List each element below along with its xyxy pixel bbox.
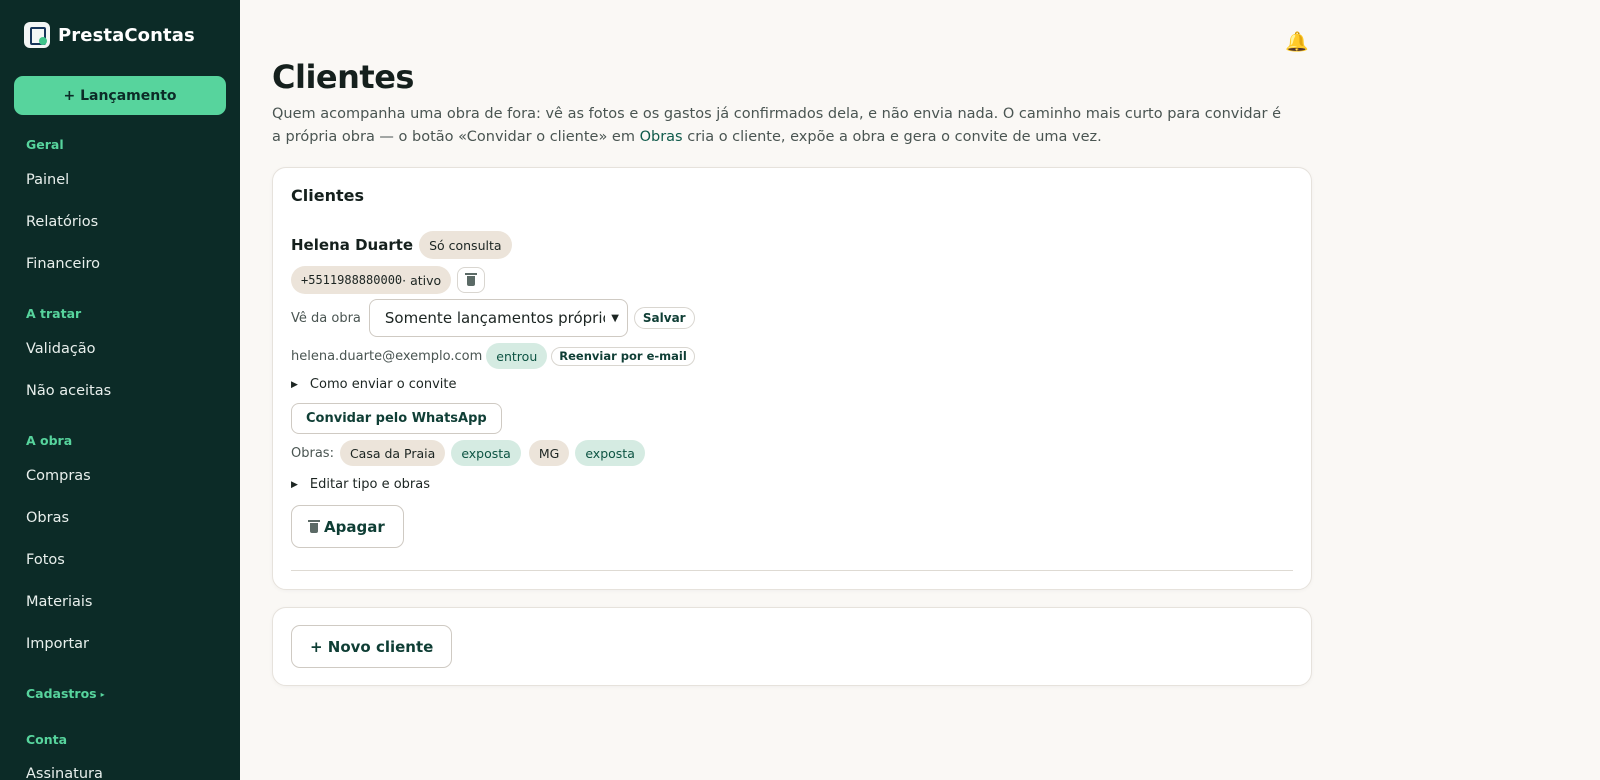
delete-row: Apagar bbox=[291, 505, 404, 548]
work-status-badge: exposta bbox=[451, 440, 521, 466]
phone-row: +5511988880000 · ativo bbox=[291, 266, 486, 294]
work-badge: MG bbox=[528, 440, 570, 466]
sidebar-item-importar[interactable]: Importar bbox=[26, 636, 89, 652]
works-label: Obras: bbox=[291, 445, 334, 461]
phone-status: · ativo bbox=[402, 272, 442, 288]
section-a-obra: A obra bbox=[26, 433, 73, 448]
invite-details-label: Como enviar o convite bbox=[309, 377, 457, 392]
invite-details-toggle[interactable]: ▶ Como enviar o convite bbox=[291, 377, 457, 392]
trash-icon bbox=[308, 519, 320, 533]
section-geral: Geral bbox=[26, 137, 64, 152]
resend-email-button[interactable]: Reenviar por e-mail bbox=[551, 346, 695, 366]
new-entry-button[interactable]: + Lançamento bbox=[14, 76, 226, 115]
page-description: Quem acompanha uma obra de fora: vê as f… bbox=[272, 103, 1292, 149]
client-name: Helena Duarte bbox=[291, 236, 414, 254]
sidebar-item-financeiro[interactable]: Financeiro bbox=[26, 256, 100, 272]
client-type-badge: Só consulta bbox=[419, 231, 512, 259]
caret-right-icon: ▸ bbox=[100, 690, 105, 699]
new-client-button[interactable]: + Novo cliente bbox=[291, 625, 453, 668]
save-button[interactable]: Salvar bbox=[633, 307, 695, 329]
brand-name: PrestaContas bbox=[58, 24, 195, 46]
client-header: Helena Duarte Só consulta bbox=[291, 231, 512, 259]
sidebar-item-relatorios[interactable]: Relatórios bbox=[26, 214, 98, 230]
sidebar-item-materiais[interactable]: Materiais bbox=[26, 594, 92, 610]
section-cadastros-label: Cadastros bbox=[26, 686, 97, 701]
sidebar-item-fotos[interactable]: Fotos bbox=[26, 552, 65, 568]
triangle-right-icon: ▶ bbox=[291, 479, 298, 490]
description-text-end: cria o cliente, expõe a obra e gera o co… bbox=[682, 129, 1102, 145]
sidebar-item-validacao[interactable]: Validação bbox=[26, 341, 96, 357]
divider bbox=[291, 570, 1293, 571]
new-client-row: + Novo cliente bbox=[291, 625, 453, 668]
phone-badge: +5511988880000 · ativo bbox=[291, 266, 452, 294]
email-status-badge: entrou bbox=[486, 343, 548, 369]
triangle-right-icon: ▶ bbox=[291, 379, 298, 390]
whatsapp-row: Convidar pelo WhatsApp bbox=[291, 403, 502, 434]
page-title: Clientes bbox=[272, 58, 414, 96]
view-row: Vê da obra Somente lançamentos próprios ▼… bbox=[291, 299, 695, 337]
bell-icon[interactable]: 🔔 bbox=[1285, 30, 1309, 53]
email-row: helena.duarte@exemplo.com entrou Reenvia… bbox=[291, 343, 695, 369]
sidebar-item-assinatura[interactable]: Assinatura bbox=[26, 766, 103, 780]
sidebar-item-painel[interactable]: Painel bbox=[26, 172, 69, 188]
brand-logo-icon bbox=[24, 22, 50, 48]
sidebar-item-compras[interactable]: Compras bbox=[26, 468, 91, 484]
sidebar-item-obras[interactable]: Obras bbox=[26, 510, 69, 526]
view-select[interactable]: Somente lançamentos próprios ▼ bbox=[368, 299, 628, 337]
phone-number: +5511988880000 bbox=[301, 273, 403, 287]
client-email: helena.duarte@exemplo.com bbox=[291, 348, 483, 364]
sidebar: PrestaContas + Lançamento Geral Painel R… bbox=[0, 0, 240, 780]
section-a-tratar: A tratar bbox=[26, 306, 82, 321]
trash-icon bbox=[465, 273, 478, 286]
chevron-down-icon: ▼ bbox=[611, 312, 619, 324]
works-row: Obras: Casa da Praia exposta MG exposta bbox=[291, 440, 645, 466]
brand[interactable]: PrestaContas bbox=[24, 22, 195, 48]
view-label: Vê da obra bbox=[291, 310, 361, 326]
work-badge: Casa da Praia bbox=[339, 440, 446, 466]
new-client-card: + Novo cliente bbox=[272, 607, 1312, 686]
clients-card: Clientes Helena Duarte Só consulta +5511… bbox=[272, 167, 1312, 590]
delete-label: Apagar bbox=[324, 517, 385, 536]
delete-phone-button[interactable] bbox=[457, 267, 486, 293]
section-conta: Conta bbox=[26, 732, 68, 747]
delete-client-button[interactable]: Apagar bbox=[291, 505, 404, 548]
edit-details-label: Editar tipo e obras bbox=[309, 477, 431, 492]
section-cadastros[interactable]: Cadastros ▸ bbox=[26, 686, 105, 701]
obras-link[interactable]: Obras bbox=[640, 129, 683, 145]
card-title: Clientes bbox=[291, 186, 364, 205]
work-status-badge: exposta bbox=[575, 440, 645, 466]
sidebar-item-nao-aceitas[interactable]: Não aceitas bbox=[26, 383, 111, 399]
invite-whatsapp-button[interactable]: Convidar pelo WhatsApp bbox=[291, 403, 502, 434]
edit-details-toggle[interactable]: ▶ Editar tipo e obras bbox=[291, 477, 430, 492]
view-select-value: Somente lançamentos próprios bbox=[384, 309, 605, 327]
